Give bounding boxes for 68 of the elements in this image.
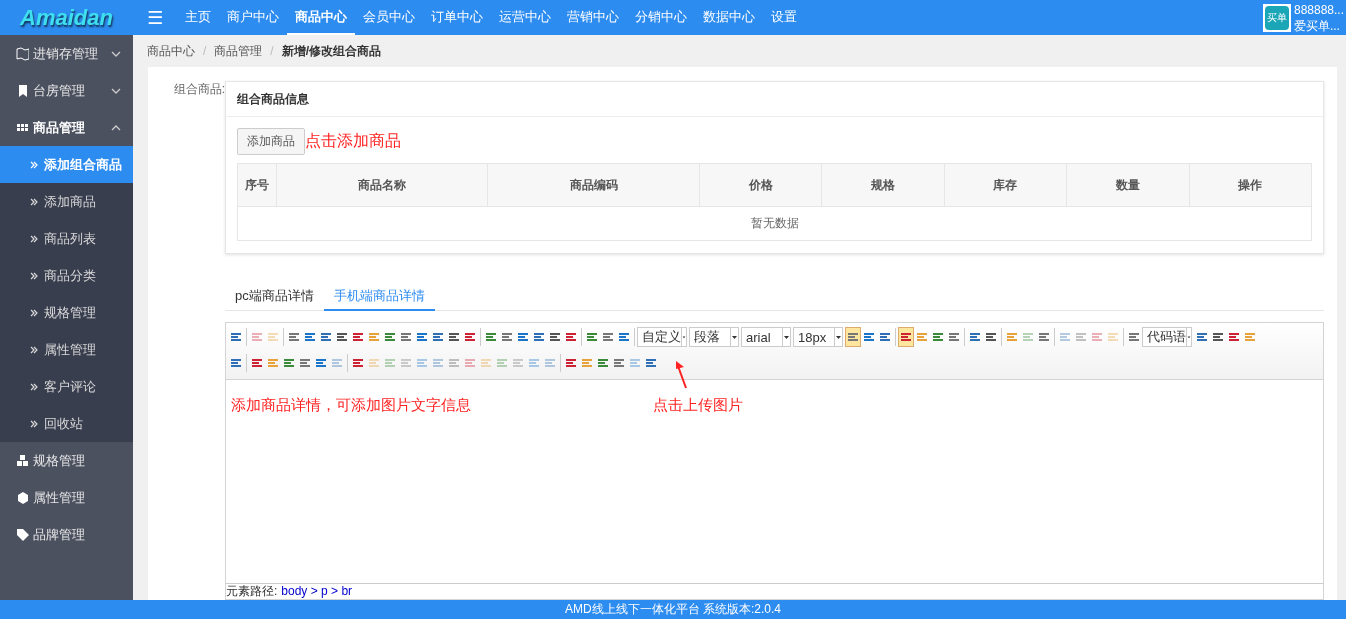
caret-icon (1186, 327, 1191, 347)
caret-icon (782, 327, 790, 347)
card-title: 组合商品信息 (226, 82, 1323, 117)
upload-hint: 点击上传图片 (653, 396, 743, 415)
column-header: 规格 (821, 163, 945, 207)
logo: Amaidan (18, 3, 114, 32)
column-header: 操作 (1189, 163, 1312, 207)
editor-tool-icon[interactable] (845, 327, 861, 347)
content-hint: 添加商品详情，可添加图片文字信息 (231, 396, 472, 415)
double-chevron-icon (30, 197, 38, 206)
pointer-arrow (674, 360, 688, 390)
map-icon (16, 46, 29, 61)
sidebar-item[interactable]: 商品管理 (0, 109, 133, 146)
editor-select[interactable]: 18px (793, 327, 843, 347)
breadcrumb-item[interactable]: 商品管理 (214, 42, 263, 60)
caret-icon (730, 327, 738, 347)
double-chevron-icon (30, 271, 38, 280)
sidebar-subitem[interactable]: 回收站 (0, 405, 133, 442)
rich-text-editor[interactable]: 自定义 段落 arial 18px 代码语 添加商品详情，可添加图片文字信息 点击上传图片 元素路径: body > p > br (225, 322, 1324, 600)
editor-select[interactable]: 自定义 (637, 327, 687, 347)
double-chevron-icon (30, 382, 38, 391)
sidebar-subitem[interactable]: 属性管理 (0, 331, 133, 368)
sidebar-subitem[interactable]: 客户评论 (0, 368, 133, 405)
breadcrumb-separator: / (203, 44, 207, 58)
sidebar-item[interactable]: 台房管理 (0, 72, 133, 109)
detail-tab[interactable]: pc端商品详情 (225, 282, 324, 311)
column-header: 商品编码 (487, 163, 700, 207)
bookmark-icon (16, 83, 29, 98)
footer: AMD线上线下一体化平台 系统版本:2.0.4 (0, 600, 1346, 619)
empty-cell: 暂无数据 (237, 206, 1312, 241)
hint-text: 点击添加商品 (305, 131, 401, 151)
tag-icon (16, 527, 29, 542)
field-label: 组合商品: (172, 81, 225, 98)
double-chevron-icon (30, 308, 38, 317)
editor-tool-icon[interactable] (898, 327, 914, 347)
double-chevron-icon (30, 234, 38, 243)
column-header: 价格 (699, 163, 822, 207)
column-header: 商品名称 (276, 163, 488, 207)
element-path[interactable]: body > p > br (281, 584, 353, 599)
editor-select[interactable]: 代码语 (1142, 327, 1192, 347)
sidebar-item[interactable]: 进销存管理 (0, 35, 133, 72)
caret-icon (681, 327, 686, 347)
sidebar-subitem[interactable]: 商品列表 (0, 220, 133, 257)
breadcrumb-item[interactable]: 商品中心 (147, 42, 195, 60)
breadcrumb-item: 新增/修改组合商品 (281, 42, 382, 60)
sidebar-subitem[interactable]: 商品分类 (0, 257, 133, 294)
editor-select[interactable]: arial (741, 327, 791, 347)
double-chevron-icon (30, 160, 38, 169)
cubes-icon (16, 453, 29, 468)
shop-name: 爱买单... (1293, 17, 1341, 34)
double-chevron-icon (30, 419, 38, 428)
cube-icon (16, 490, 29, 505)
add-goods-button[interactable]: 添加商品 (237, 128, 305, 155)
path-label: 元素路径: (226, 584, 278, 599)
caret-icon (834, 327, 842, 347)
sidebar-item[interactable]: 规格管理 (0, 442, 133, 479)
column-header: 数量 (1066, 163, 1189, 207)
detail-tab[interactable]: 手机端商品详情 (323, 282, 435, 311)
editor-select[interactable]: 段落 (689, 327, 739, 347)
double-chevron-icon (30, 345, 38, 354)
sidebar-subitem[interactable]: 规格管理 (0, 294, 133, 331)
column-header: 序号 (237, 163, 277, 207)
sidebar-item[interactable]: 属性管理 (0, 479, 133, 516)
sidebar-item[interactable]: 品牌管理 (0, 516, 133, 553)
column-header: 库存 (944, 163, 1067, 207)
breadcrumb-separator: / (270, 44, 274, 58)
user-id: 888888... (1293, 1, 1344, 18)
sidebar-subitem[interactable]: 添加商品 (0, 183, 133, 220)
